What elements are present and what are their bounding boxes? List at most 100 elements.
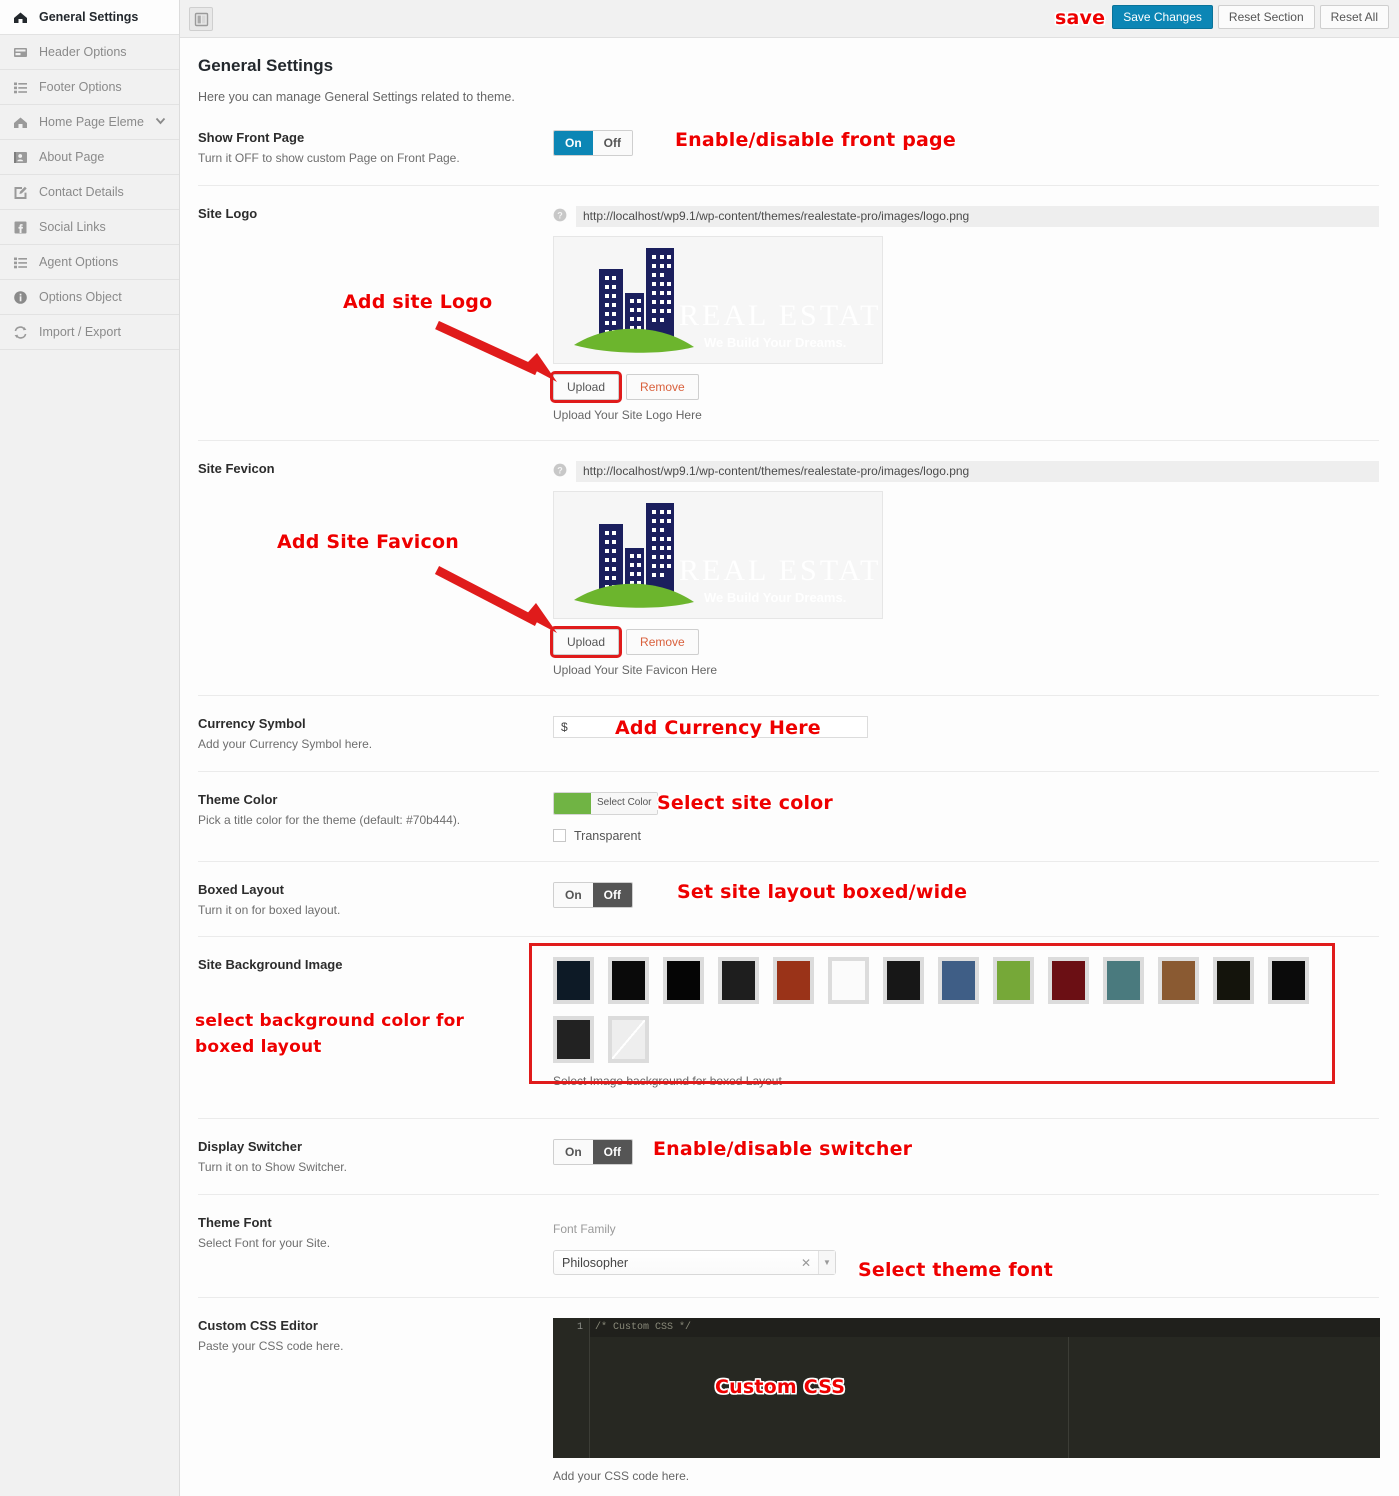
field-currency-symbol: Currency Symbol Add your Currency Symbol… [198, 694, 1379, 771]
field-boxed-layout: Boxed Layout Turn it on for boxed layout… [198, 860, 1379, 937]
field-description: Select Font for your Site. [198, 1236, 331, 1251]
toggle-off-label[interactable]: Off [592, 1140, 632, 1165]
currency-symbol-input[interactable] [553, 715, 868, 738]
theme-color-picker[interactable]: Select Color [553, 791, 659, 815]
background-swatch-black-dots[interactable] [1268, 957, 1309, 1005]
field-label: Custom CSS Editor [198, 1318, 318, 1334]
clear-icon[interactable]: ✕ [801, 1256, 818, 1270]
field-show-front-page: Show Front Page Turn it OFF to show cust… [198, 104, 1379, 185]
sidebar-item-label: About Page [39, 150, 105, 164]
background-swatch-green-solid[interactable] [993, 957, 1034, 1005]
field-label: Display Switcher [198, 1139, 303, 1155]
field-description: Turn it on to Show Switcher. [198, 1160, 347, 1175]
css-code-text[interactable]: /* Custom CSS */ [595, 1322, 691, 1333]
field-label: Theme Font [198, 1215, 272, 1231]
home-icon [12, 114, 29, 131]
list-icon [12, 79, 29, 96]
background-swatch-dark-olive[interactable] [1213, 957, 1254, 1005]
header-icon [12, 44, 29, 61]
info-icon [12, 289, 29, 306]
site-logo-remove-button[interactable]: Remove [626, 373, 699, 400]
background-swatch-black-noise[interactable] [608, 957, 649, 1005]
help-icon[interactable]: ? [553, 463, 567, 480]
annotation-save: save [1055, 7, 1106, 29]
save-changes-button[interactable]: Save Changes [1112, 5, 1213, 29]
toggle-on-label[interactable]: On [554, 1140, 593, 1165]
theme-font-value: Philosopher [562, 1255, 629, 1270]
transparent-checkbox[interactable] [553, 829, 566, 843]
toggle-on-label[interactable]: On [554, 131, 593, 155]
field-label: Show Front Page [198, 130, 305, 145]
field-theme-color: Theme Color Pick a title color for the t… [198, 770, 1379, 861]
sidebar-item-options-object[interactable]: Options Object [0, 280, 179, 315]
sidebar-item-general-settings[interactable]: General Settings [0, 0, 179, 35]
background-swatch-grid [553, 957, 1353, 1064]
sidebar-item-import-export[interactable]: Import / Export [0, 315, 179, 350]
chevron-down-icon[interactable] [154, 114, 167, 130]
site-favicon-url-input[interactable] [576, 460, 1379, 482]
top-toolbar: save Save Changes Reset Section Reset Al… [180, 0, 1399, 38]
field-label: Currency Symbol [198, 715, 306, 731]
font-family-label: Font Family [553, 1222, 616, 1237]
sidebar-item-label: Home Page Element [39, 115, 144, 129]
background-swatch-pure-black[interactable] [663, 957, 704, 1005]
toggle-on-label[interactable]: On [554, 882, 593, 907]
field-site-favicon: Site Fevicon ? http://localhost/wp9.1/wp… [198, 439, 1379, 695]
annotation-switcher: Enable/disable switcher [653, 1138, 913, 1161]
sidebar-item-header-options[interactable]: Header Options [0, 35, 179, 70]
background-swatch-dark-red-pattern[interactable] [1048, 957, 1089, 1005]
page-title: General Settings [198, 56, 334, 75]
background-swatch-charcoal[interactable] [553, 1016, 594, 1064]
panel-toggle-icon[interactable] [189, 7, 213, 31]
background-swatch-dark-smoke[interactable] [883, 957, 924, 1005]
toggle-off-label[interactable]: Off [592, 882, 632, 907]
field-label: Site Fevicon [198, 460, 275, 476]
site-logo-upload-button[interactable]: Upload [549, 370, 623, 403]
display-switcher-toggle[interactable]: On Off [553, 1139, 633, 1166]
custom-css-editor[interactable]: 1 /* Custom CSS */ Custom CSS [553, 1318, 1380, 1459]
field-description: Pick a title color for the theme (defaul… [198, 812, 461, 827]
sidebar-item-footer-options[interactable]: Footer Options [0, 70, 179, 105]
background-swatch-white-paper[interactable] [828, 957, 869, 1005]
background-swatch-teal-solid[interactable] [1103, 957, 1144, 1005]
background-swatch-blue-stripes[interactable] [553, 957, 594, 1005]
sidebar-item-agent-options[interactable]: Agent Options [0, 245, 179, 280]
help-icon[interactable]: ? [553, 208, 567, 225]
css-line-number: 1 [576, 1322, 583, 1334]
site-logo-url-input[interactable] [576, 205, 1379, 227]
site-favicon-remove-button[interactable]: Remove [626, 628, 699, 655]
annotation-theme-font: Select theme font [858, 1259, 1054, 1282]
field-site-background-image: Site Background Image select background … [195, 936, 1379, 1118]
sidebar-item-label: Options Object [39, 290, 122, 304]
sidebar-item-home-page-element[interactable]: Home Page Element [0, 105, 179, 140]
theme-color-swatch[interactable] [554, 792, 591, 814]
sidebar: General Settings Header Options Footer O… [0, 0, 180, 1496]
sidebar-item-label: Header Options [39, 45, 127, 59]
toggle-off-label[interactable]: Off [592, 131, 632, 155]
background-swatch-blue-fabric[interactable] [938, 957, 979, 1005]
theme-font-select[interactable]: Philosopher ✕ ▼ [553, 1250, 836, 1276]
sidebar-item-contact-details[interactable]: Contact Details [0, 175, 179, 210]
boxed-layout-toggle[interactable]: On Off [553, 881, 633, 908]
sidebar-item-about-page[interactable]: About Page [0, 140, 179, 175]
site-favicon-upload-button[interactable]: Upload [549, 625, 623, 658]
background-swatch-dark-vertical[interactable] [718, 957, 759, 1005]
reset-all-button[interactable]: Reset All [1319, 5, 1389, 29]
sidebar-item-label: Import / Export [39, 325, 121, 339]
reset-section-button[interactable]: Reset Section [1217, 5, 1315, 29]
field-description: Paste your CSS code here. [198, 1339, 344, 1354]
list-icon [12, 254, 29, 271]
annotation-background: select background color for boxed layout [195, 1011, 465, 1057]
field-label: Boxed Layout [198, 881, 284, 897]
background-swatch-brown-wood[interactable] [1158, 957, 1199, 1005]
sidebar-item-label: Agent Options [39, 255, 119, 269]
background-swatch-none[interactable] [608, 1016, 649, 1064]
background-swatch-rust-red[interactable] [773, 957, 814, 1005]
sidebar-item-social-links[interactable]: Social Links [0, 210, 179, 245]
facebook-icon [12, 219, 29, 236]
select-color-label[interactable]: Select Color [591, 792, 658, 814]
chevron-down-icon[interactable]: ▼ [818, 1251, 835, 1275]
sidebar-item-label: Footer Options [39, 80, 122, 94]
logo-text-sub: We Build Your Dreams. [704, 335, 846, 350]
show-front-page-toggle[interactable]: On Off [553, 130, 633, 156]
